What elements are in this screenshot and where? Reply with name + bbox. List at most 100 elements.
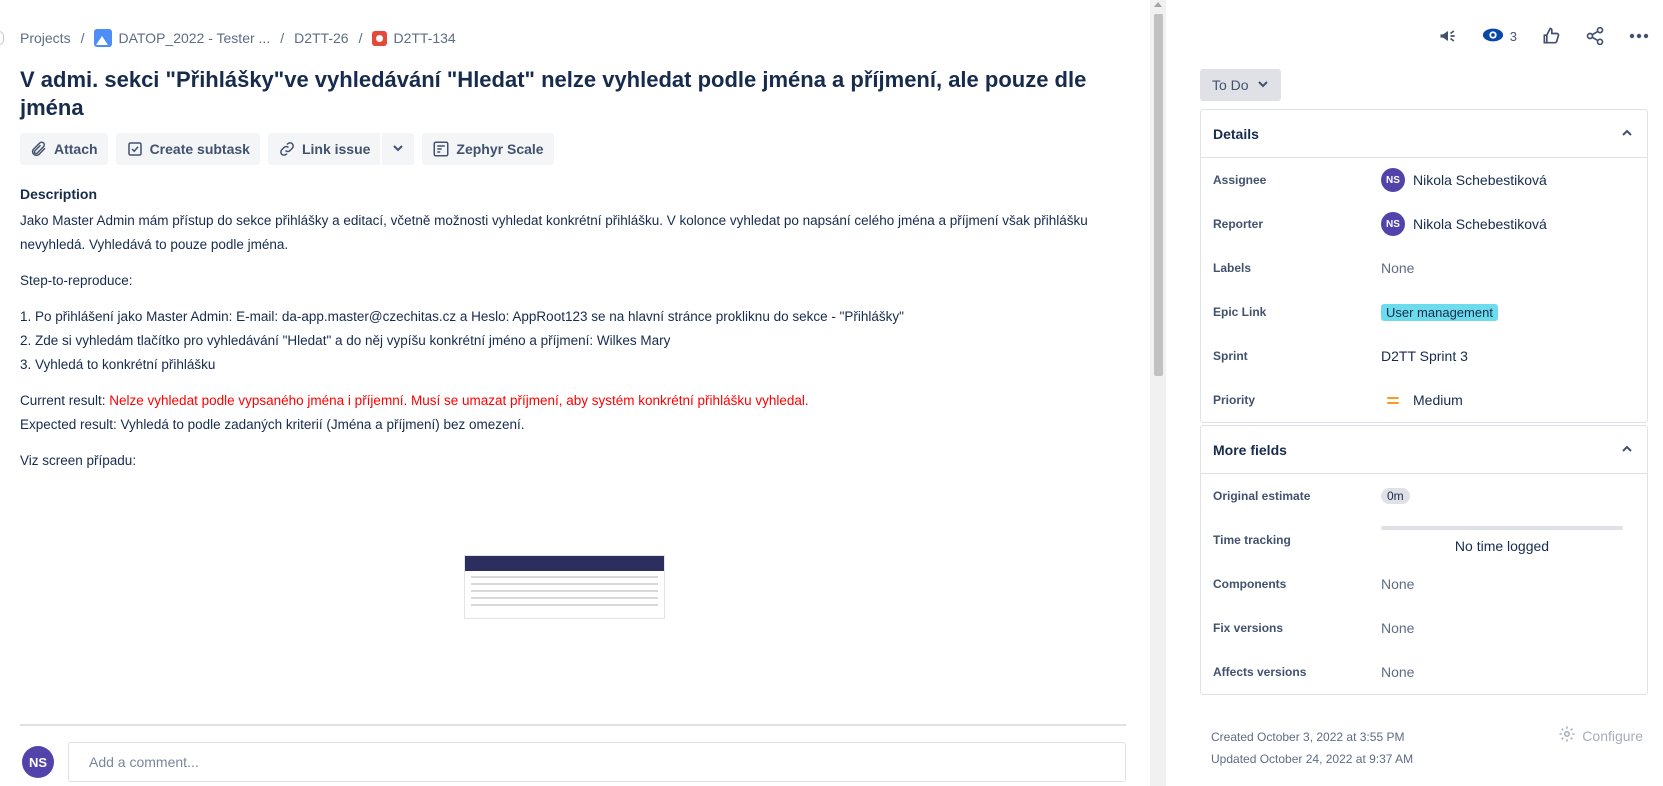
field-assignee[interactable]: Assignee NS Nikola Schebestiková xyxy=(1201,158,1647,202)
affects-versions-value: None xyxy=(1381,664,1415,680)
field-label: Sprint xyxy=(1213,349,1248,363)
field-fix-versions[interactable]: Fix versions None xyxy=(1201,606,1647,650)
scrollbar-thumb[interactable] xyxy=(1154,14,1163,376)
description-heading: Description xyxy=(20,186,98,202)
link-issue-dropdown-button[interactable] xyxy=(382,133,415,165)
field-label: Components xyxy=(1213,577,1287,591)
details-header[interactable]: Details xyxy=(1201,110,1647,158)
created-date: Created October 3, 2022 at 3:55 PM xyxy=(1211,730,1405,744)
link-issue-button[interactable]: Link issue xyxy=(267,133,381,165)
field-labels[interactable]: Labels None xyxy=(1201,246,1647,290)
breadcrumb-separator: / xyxy=(358,30,363,46)
configure-label: Configure xyxy=(1582,727,1643,744)
gear-icon xyxy=(1558,725,1576,746)
breadcrumb: Projects / DATOP_2022 - Tester ... / D2T… xyxy=(20,29,456,47)
divider xyxy=(20,724,1126,726)
expected-result: Expected result: Vyhledá to podle zadaný… xyxy=(20,417,525,432)
chevron-up-icon xyxy=(1621,126,1633,142)
description-steps-heading: Step-to-reproduce: xyxy=(20,273,133,288)
labels-value: None xyxy=(1381,260,1415,276)
issue-toolbar: 3 xyxy=(1438,26,1649,46)
breadcrumb-parent-issue[interactable]: D2TT-26 xyxy=(294,30,348,46)
more-icon[interactable] xyxy=(1629,33,1649,39)
more-fields-heading: More fields xyxy=(1213,441,1287,458)
description-intro: Jako Master Admin mám přístup do sekce p… xyxy=(20,213,1088,252)
main-scrollbar[interactable] xyxy=(1150,0,1166,786)
breadcrumb-issue-key[interactable]: D2TT-134 xyxy=(393,30,455,46)
add-comment-input[interactable]: Add a comment... xyxy=(68,742,1126,782)
details-heading: Details xyxy=(1213,125,1259,142)
announcement-icon[interactable] xyxy=(1438,26,1458,46)
breadcrumb-project[interactable]: DATOP_2022 - Tester ... xyxy=(118,30,270,46)
field-label: Priority xyxy=(1213,393,1256,407)
sprint-link[interactable]: D2TT Sprint 3 xyxy=(1381,348,1468,364)
current-result: Current result: Nelze vyhledat podle vyp… xyxy=(20,389,1130,413)
configure-button[interactable]: Configure xyxy=(1558,725,1643,746)
chevron-down-icon xyxy=(392,141,404,157)
issue-side-panel: 3 To Do Details Assignee NS Nikola Scheb… xyxy=(1166,0,1663,786)
screen-caption: Viz screen případu: xyxy=(20,453,137,468)
avatar: NS xyxy=(22,746,54,778)
bug-icon xyxy=(372,30,388,46)
current-result-label: Current result: xyxy=(20,393,110,408)
thumbnail-row xyxy=(471,583,658,585)
watch-button[interactable]: 3 xyxy=(1482,27,1517,46)
current-result-value: Nelze vyhledat podle vypsaného jména i p… xyxy=(109,393,809,408)
field-label: Time tracking xyxy=(1213,533,1291,547)
thumbnail-row xyxy=(471,604,658,606)
scroll-up-arrow[interactable] xyxy=(1154,2,1162,7)
avatar: NS xyxy=(1381,212,1405,236)
field-sprint[interactable]: Sprint D2TT Sprint 3 xyxy=(1201,334,1647,378)
breadcrumb-separator: / xyxy=(80,30,85,46)
issue-main-panel: Projects / DATOP_2022 - Tester ... / D2T… xyxy=(0,0,1150,786)
field-label: Epic Link xyxy=(1213,305,1267,319)
field-time-tracking[interactable]: Time tracking No time logged xyxy=(1201,518,1647,562)
issue-title[interactable]: V admi. sekci "Přihlášky"ve vyhledávání … xyxy=(20,66,1130,122)
eye-icon xyxy=(1482,27,1504,46)
components-value: None xyxy=(1381,576,1415,592)
epic-lozenge[interactable]: User management xyxy=(1381,303,1498,321)
thumbnail-row xyxy=(471,590,658,592)
create-subtask-button[interactable]: Create subtask xyxy=(115,133,260,165)
zephyr-scale-button[interactable]: Zephyr Scale xyxy=(422,133,554,165)
reporter-name: Nikola Schebestiková xyxy=(1413,216,1547,232)
project-avatar-icon xyxy=(94,29,113,47)
zephyr-scale-label: Zephyr Scale xyxy=(456,141,544,157)
subtask-icon xyxy=(126,140,144,158)
attach-button[interactable]: Attach xyxy=(20,133,108,165)
chevron-up-icon xyxy=(1621,442,1633,458)
priority-value: Medium xyxy=(1413,392,1463,408)
share-icon[interactable] xyxy=(1585,26,1605,46)
original-estimate-value: 0m xyxy=(1381,488,1410,504)
description-step: 3. Vyhledá to konkrétní přihlášku xyxy=(20,357,216,372)
field-components[interactable]: Components None xyxy=(1201,562,1647,606)
link-issue-split-button: Link issue xyxy=(267,133,415,165)
field-label: Reporter xyxy=(1213,217,1264,231)
field-label: Fix versions xyxy=(1213,621,1284,635)
more-fields-header[interactable]: More fields xyxy=(1201,426,1647,474)
field-label: Assignee xyxy=(1213,173,1267,187)
field-affects-versions[interactable]: Affects versions None xyxy=(1201,650,1647,694)
field-original-estimate[interactable]: Original estimate 0m xyxy=(1201,474,1647,518)
more-fields-panel: More fields Original estimate 0m Time tr… xyxy=(1200,425,1648,695)
status-label: To Do xyxy=(1212,77,1249,93)
attach-icon xyxy=(30,140,48,158)
field-priority[interactable]: Priority Medium xyxy=(1201,378,1647,422)
field-epic-link[interactable]: Epic Link User management xyxy=(1201,290,1647,334)
breadcrumb-projects[interactable]: Projects xyxy=(20,30,71,46)
thumbnail-header xyxy=(465,556,664,571)
chevron-down-icon xyxy=(1257,77,1269,93)
description-step: 2. Zde si vyhledám tlačítko pro vyhledáv… xyxy=(20,333,671,348)
thumbs-up-icon[interactable] xyxy=(1541,26,1561,46)
create-subtask-label: Create subtask xyxy=(149,141,250,157)
details-panel: Details Assignee NS Nikola Schebestiková… xyxy=(1200,109,1648,423)
issue-dates: Created October 3, 2022 at 3:55 PM Updat… xyxy=(1211,726,1413,770)
thumbnail-row xyxy=(471,576,658,578)
time-tracking-value: No time logged xyxy=(1454,538,1550,554)
status-dropdown[interactable]: To Do xyxy=(1200,69,1281,101)
field-reporter[interactable]: Reporter NS Nikola Schebestiková xyxy=(1201,202,1647,246)
sidebar-toggle[interactable] xyxy=(0,31,4,45)
avatar: NS xyxy=(1381,168,1405,192)
attachment-thumbnail[interactable] xyxy=(464,555,665,619)
description-body[interactable]: Jako Master Admin mám přístup do sekce p… xyxy=(20,209,1130,485)
